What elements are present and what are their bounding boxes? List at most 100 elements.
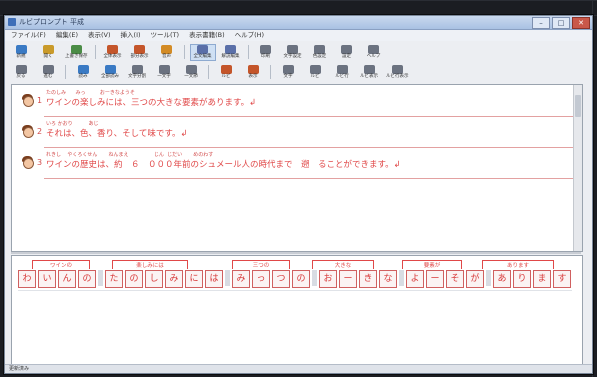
kana-cell[interactable]: の <box>292 270 310 288</box>
tb1-button-2[interactable]: 上書き保存 <box>63 44 90 60</box>
kana-cell[interactable]: そ <box>446 270 464 288</box>
word-group-label[interactable]: 大きな <box>312 260 374 269</box>
menu-edit[interactable]: 編集(E) <box>56 30 78 41</box>
tb2-label-7: ルビ <box>221 73 231 79</box>
kana-cell[interactable]: に <box>185 270 203 288</box>
kana-cell[interactable]: き <box>359 270 377 288</box>
kana-cell[interactable]: り <box>513 270 531 288</box>
tb2-button-8[interactable]: 表示 <box>241 64 265 80</box>
word-pane[interactable]: ワインの 楽しみには 三つの 大きな 要素が あります わいんのたのしみにはみっつのおーき… <box>11 255 583 367</box>
tb1-label-3: 全体表示 <box>103 53 122 59</box>
row-divider <box>44 147 573 148</box>
sentence-row[interactable]: 2 いろ かおり あじ それは、色、香り、そして味です。↲ <box>12 118 573 148</box>
kana-cell[interactable]: わ <box>18 270 36 288</box>
kana-cell[interactable]: み <box>165 270 183 288</box>
kana-cell[interactable]: の <box>125 270 143 288</box>
tb1-label-8: 印刷 <box>261 53 270 59</box>
kana-cell[interactable]: な <box>379 270 397 288</box>
tb1-icon-3 <box>107 44 118 54</box>
tb1-button-7[interactable]: 解説編集 <box>219 44 243 60</box>
maximize-button[interactable]: □ <box>552 17 570 29</box>
sentence-pane[interactable]: 1 たのしみ みっ おーきなようそ ワインの楽しみには、三つの大きな要素があります。… <box>11 84 583 252</box>
tb2-button-3[interactable]: 全部読み <box>98 64 122 80</box>
kana-cell[interactable]: ー <box>426 270 444 288</box>
kana-cell[interactable]: み <box>232 270 250 288</box>
menu-view[interactable]: 表示(V) <box>88 30 111 41</box>
menu-file[interactable]: ファイル(F) <box>11 30 46 41</box>
tb2-button-7[interactable]: ルビ <box>214 64 238 80</box>
app-icon <box>8 18 16 26</box>
row-number: 1 <box>37 96 43 105</box>
word-group-label[interactable]: あります <box>482 260 554 269</box>
sentence-text[interactable]: ワインの歴史は、約 ６ ０００年前のシュメール人の時代まで 遡 ることができます… <box>46 158 401 170</box>
menu-books[interactable]: 表示書籍(B) <box>189 30 225 41</box>
kana-cell[interactable]: よ <box>406 270 424 288</box>
toolbar-separator <box>208 65 209 79</box>
minimize-button[interactable]: – <box>532 17 550 29</box>
kana-cell[interactable]: い <box>38 270 56 288</box>
tb2-button-10[interactable]: ルビ <box>303 64 327 80</box>
tb2-button-12[interactable]: ルビ表示 <box>357 64 381 80</box>
row-divider <box>44 116 573 117</box>
tb2-icon-2 <box>77 64 89 74</box>
tb1-button-0[interactable]: 新規 <box>9 44 33 60</box>
tb1-button-5[interactable]: 音声 <box>155 44 179 60</box>
tb1-button-8[interactable]: 印刷 <box>254 44 278 60</box>
tb1-button-1[interactable]: 開く <box>36 44 60 60</box>
tb2-button-11[interactable]: ルビ行 <box>330 64 354 80</box>
word-group-label[interactable]: ワインの <box>32 260 90 269</box>
tb2-button-2[interactable]: 読み <box>71 64 95 80</box>
kana-cell[interactable]: は <box>205 270 223 288</box>
kana-cell[interactable]: お <box>319 270 337 288</box>
menu-insert[interactable]: 挿入(I) <box>121 30 141 41</box>
vertical-scrollbar[interactable] <box>573 85 582 251</box>
pane-splitter[interactable] <box>11 252 581 254</box>
kana-cell[interactable]: す <box>553 270 571 288</box>
tb2-button-13[interactable]: ルビ行表示 <box>384 64 411 80</box>
kana-cell[interactable]: の <box>78 270 96 288</box>
kana-cell[interactable]: が <box>466 270 484 288</box>
toolbar-separator <box>247 45 249 59</box>
word-group-label[interactable]: 楽しみには <box>112 260 188 269</box>
tb1-label-12: ヘルプ <box>366 53 381 59</box>
close-button[interactable]: ✕ <box>572 17 590 29</box>
kana-cell[interactable]: ん <box>58 270 76 288</box>
kana-cell[interactable]: ー <box>339 270 357 288</box>
tb1-button-11[interactable]: 設定 <box>335 44 359 60</box>
kana-cell[interactable]: た <box>105 270 123 288</box>
menu-help[interactable]: ヘルプ(H) <box>235 30 264 41</box>
speaker-avatar-icon <box>21 124 34 139</box>
tb2-button-4[interactable]: 文字分割 <box>125 64 149 80</box>
menu-tools[interactable]: ツール(T) <box>151 30 180 41</box>
kana-cell[interactable]: ま <box>533 270 551 288</box>
word-group-label[interactable]: 要素が <box>402 260 462 269</box>
tb2-label-10: ルビ <box>310 73 320 79</box>
sentence-text[interactable]: ワインの楽しみには、三つの大きな要素があります。↲ <box>46 96 256 108</box>
word-group-label[interactable]: 三つの <box>232 260 290 269</box>
tb2-button-5[interactable]: 一文字 <box>152 64 176 80</box>
tb2-icon-4 <box>131 64 143 74</box>
tb2-button-6[interactable]: 一文節 <box>179 64 203 80</box>
ruby-text: いろ かおり あじ <box>46 121 99 127</box>
tb1-button-4[interactable]: 部分表示 <box>128 44 152 60</box>
title-bar[interactable]: ルビプロンプト 平成 – □ ✕ <box>5 16 592 30</box>
kana-cell[interactable]: し <box>145 270 163 288</box>
kana-cell[interactable]: つ <box>272 270 290 288</box>
tb1-label-4: 部分表示 <box>130 53 149 59</box>
sentence-text[interactable]: それは、色、香り、そして味です。↲ <box>46 127 188 139</box>
tb1-button-6[interactable]: 全文編集 <box>189 43 216 61</box>
kana-cell[interactable]: あ <box>493 270 511 288</box>
scrollbar-thumb[interactable] <box>575 95 581 117</box>
sentence-row[interactable]: 3 れきし やくろくせん ねんまえ じん じだい めのわす ワインの歴史は、約 ６ … <box>12 149 573 179</box>
kana-cell[interactable]: っ <box>252 270 270 288</box>
tb2-button-1[interactable]: 進む <box>36 64 60 80</box>
tb1-button-10[interactable]: 色設定 <box>308 44 332 60</box>
sentence-row[interactable]: 1 たのしみ みっ おーきなようそ ワインの楽しみには、三つの大きな要素があります。… <box>12 87 573 117</box>
tb2-button-9[interactable]: 文字 <box>276 64 300 80</box>
tb1-button-3[interactable]: 全体表示 <box>101 44 125 60</box>
tb2-button-0[interactable]: 戻る <box>9 64 33 80</box>
tb1-button-12[interactable]: ヘルプ <box>362 44 386 60</box>
tb1-button-9[interactable]: 文字設定 <box>281 44 305 60</box>
tb2-icon-0 <box>15 64 27 74</box>
tb1-icon-10 <box>314 44 325 54</box>
